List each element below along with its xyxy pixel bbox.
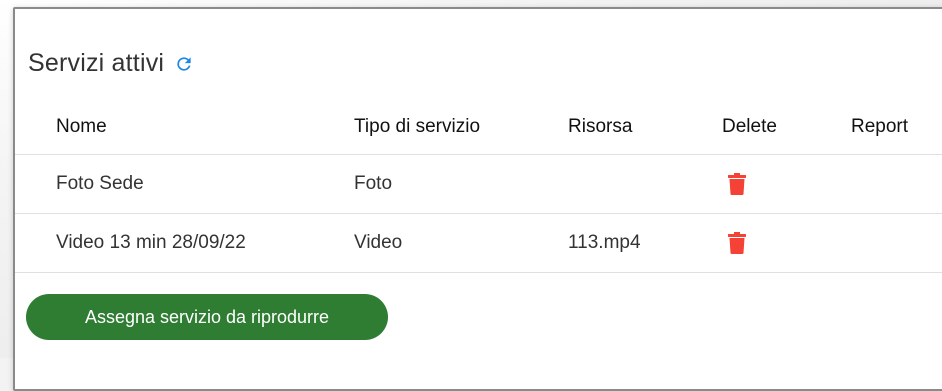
cell-risorsa: 113.mp4 xyxy=(568,232,641,253)
column-header-tipo[interactable]: Tipo di servizio xyxy=(354,99,480,154)
cell-nome: Video 13 min 28/09/22 xyxy=(56,232,246,253)
cell-tipo: Video xyxy=(354,232,403,253)
column-header-delete[interactable]: Delete xyxy=(722,99,777,154)
services-table: Nome Tipo di servizio Risorsa Delete Rep… xyxy=(15,99,942,273)
assign-service-button[interactable]: Assegna servizio da riprodurre xyxy=(26,294,388,340)
table-row: Video 13 min 28/09/22 Video 113.mp4 xyxy=(15,214,942,273)
column-header-report[interactable]: Report xyxy=(851,99,908,154)
cell-tipo: Foto xyxy=(354,173,393,194)
trash-icon[interactable] xyxy=(728,232,746,254)
cell-delete xyxy=(722,214,746,272)
section-header: Servizi attivi xyxy=(28,49,194,78)
cell-nome: Foto Sede xyxy=(56,173,144,194)
refresh-icon[interactable] xyxy=(174,54,194,74)
active-services-panel: Servizi attivi Nome Tipo di servizio Ris… xyxy=(13,7,942,391)
cell-delete xyxy=(722,155,746,213)
column-header-nome[interactable]: Nome xyxy=(56,99,107,154)
section-title: Servizi attivi xyxy=(28,49,165,77)
trash-icon[interactable] xyxy=(728,173,746,195)
table-row: Foto Sede Foto xyxy=(15,155,942,214)
column-header-risorsa[interactable]: Risorsa xyxy=(568,99,632,154)
table-header-row: Nome Tipo di servizio Risorsa Delete Rep… xyxy=(15,99,942,155)
